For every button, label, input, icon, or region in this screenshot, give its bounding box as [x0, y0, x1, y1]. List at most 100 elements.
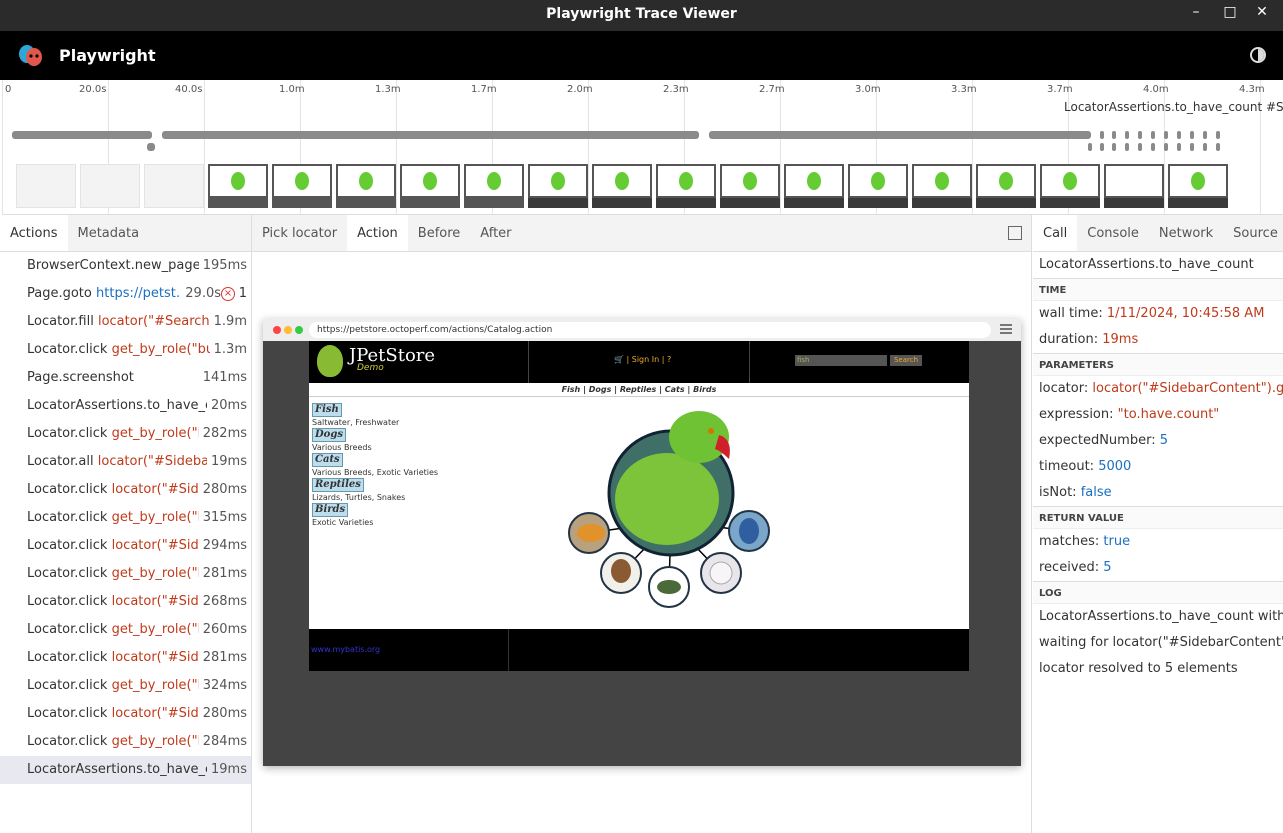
tab-after[interactable]: After — [470, 215, 521, 251]
maximize-icon[interactable]: □ — [1220, 4, 1240, 20]
tab-pick-locator[interactable]: Pick locator — [252, 215, 347, 251]
timeline-bar[interactable] — [1138, 143, 1142, 151]
tab-source[interactable]: Source — [1223, 215, 1283, 251]
category-description: Lizards, Turtles, Snakes — [312, 492, 406, 502]
filmstrip-thumbnail[interactable] — [16, 164, 76, 208]
timeline-bar[interactable] — [709, 131, 1091, 139]
tab-network[interactable]: Network — [1149, 215, 1223, 251]
filmstrip-thumbnail[interactable] — [1040, 164, 1100, 208]
tab-metadata[interactable]: Metadata — [68, 215, 150, 251]
action-row[interactable]: Locator.click locator("#Side… 268ms — [0, 588, 251, 616]
action-row[interactable]: Locator.click get_by_role("l… 284ms — [0, 728, 251, 756]
timeline-bar[interactable] — [1125, 131, 1129, 139]
timeline-bar[interactable] — [1164, 143, 1168, 151]
filmstrip-thumbnail[interactable] — [1168, 164, 1228, 208]
filmstrip-thumbnail[interactable] — [80, 164, 140, 208]
action-row[interactable]: Page.screenshot 141ms — [0, 364, 251, 392]
action-row[interactable]: Page.goto https://petst… 29.0s × 1 — [0, 280, 251, 308]
filmstrip-thumbnail[interactable] — [528, 164, 588, 208]
menu-fish[interactable]: Fish — [562, 385, 581, 394]
sign-in-link[interactable]: 🛒 | Sign In | ? — [614, 355, 671, 364]
timeline-bar[interactable] — [1177, 131, 1181, 139]
action-row[interactable]: Locator.click get_by_role("l… 315ms — [0, 504, 251, 532]
filmstrip-thumbnail[interactable] — [784, 164, 844, 208]
timeline-bar[interactable] — [1088, 143, 1092, 151]
timeline-bar[interactable] — [1138, 131, 1142, 139]
cart-icon[interactable]: 🛒 — [614, 355, 624, 364]
timeline-bar[interactable] — [162, 131, 699, 139]
theme-toggle-icon[interactable] — [1250, 47, 1266, 63]
action-row[interactable]: Locator.click get_by_role("bu… 1.3m — [0, 336, 251, 364]
tab-before[interactable]: Before — [408, 215, 471, 251]
filmstrip-thumbnail[interactable] — [400, 164, 460, 208]
timeline[interactable]: 0 20.0s 40.0s 1.0m 1.3m 1.7m 2.0m 2.3m 2.7m 3.0m 3… — [2, 80, 1283, 215]
timeline-bar[interactable] — [1100, 143, 1104, 151]
filmstrip-thumbnail[interactable] — [208, 164, 268, 208]
category-link[interactable]: Fish — [312, 403, 342, 417]
filmstrip-thumbnail[interactable] — [592, 164, 652, 208]
tab-call[interactable]: Call — [1033, 215, 1078, 251]
close-icon[interactable]: ✕ — [1252, 4, 1272, 20]
tab-console[interactable]: Console — [1077, 215, 1149, 251]
filmstrip-thumbnail[interactable] — [1104, 164, 1164, 208]
action-row[interactable]: BrowserContext.new_page 195ms — [0, 252, 251, 280]
filmstrip-thumbnail[interactable] — [656, 164, 716, 208]
timeline-bar[interactable] — [1216, 131, 1220, 139]
filmstrip-thumbnail[interactable] — [336, 164, 396, 208]
timeline-bar[interactable] — [1177, 143, 1181, 151]
timeline-bar[interactable] — [1203, 131, 1207, 139]
action-row[interactable]: Locator.click get_by_role("l… 260ms — [0, 616, 251, 644]
timeline-bar[interactable] — [1203, 143, 1207, 151]
action-row[interactable]: Locator.fill locator("#Search… 1.9m — [0, 308, 251, 336]
action-row[interactable]: Locator.click locator("#Side… 281ms — [0, 644, 251, 672]
tab-actions[interactable]: Actions — [0, 215, 68, 251]
timeline-bar[interactable] — [1190, 143, 1194, 151]
filmstrip-thumbnail[interactable] — [272, 164, 332, 208]
site-search-input[interactable]: fish — [795, 355, 887, 366]
filmstrip-thumbnail[interactable] — [464, 164, 524, 208]
action-row[interactable]: Locator.click locator("#Side… 280ms — [0, 476, 251, 504]
mybatis-link[interactable]: www.mybatis.org — [311, 645, 380, 654]
timeline-bar[interactable] — [1164, 131, 1168, 139]
category-link[interactable]: Birds — [312, 503, 349, 517]
action-row[interactable]: Locator.click locator("#Side… 280ms — [0, 700, 251, 728]
timeline-bar[interactable] — [12, 131, 152, 139]
action-row[interactable]: Locator.click get_by_role("l… 282ms — [0, 420, 251, 448]
timeline-bar[interactable] — [1190, 131, 1194, 139]
action-row[interactable]: Locator.all locator("#Sidebar… 19ms — [0, 448, 251, 476]
filmstrip-thumbnail[interactable] — [144, 164, 204, 208]
timeline-bar[interactable] — [1100, 131, 1104, 139]
action-row[interactable]: Locator.click get_by_role("l… 281ms — [0, 560, 251, 588]
menu-reptiles[interactable]: Reptiles — [620, 385, 656, 394]
action-row[interactable]: LocatorAssertions.to_have_c… 19ms — [0, 756, 251, 784]
timeline-bar[interactable] — [1112, 143, 1116, 151]
timeline-bar[interactable] — [1125, 143, 1129, 151]
category-link[interactable]: Reptiles — [312, 478, 364, 492]
minimize-icon[interactable]: – — [1186, 4, 1206, 20]
timeline-tick-label: 3.0m — [855, 84, 881, 95]
tab-action[interactable]: Action — [347, 215, 408, 251]
filmstrip-thumbnail[interactable] — [976, 164, 1036, 208]
sign-in-label[interactable]: Sign In — [632, 355, 659, 364]
site-search-button[interactable]: Search — [890, 355, 922, 366]
timeline-bar[interactable] — [1151, 143, 1155, 151]
hamburger-menu-icon[interactable] — [1000, 324, 1012, 334]
open-in-new-window-icon[interactable] — [1008, 226, 1022, 240]
timeline-bar[interactable] — [1151, 131, 1155, 139]
menu-birds[interactable]: Birds — [693, 385, 716, 394]
category-link[interactable]: Dogs — [312, 428, 346, 442]
timeline-bar[interactable] — [1112, 131, 1116, 139]
action-row[interactable]: Locator.click get_by_role("l… 324ms — [0, 672, 251, 700]
parrot-hero-image[interactable] — [559, 401, 789, 631]
timeline-bar[interactable] — [147, 143, 155, 151]
timeline-bar[interactable] — [1216, 143, 1220, 151]
menu-dogs[interactable]: Dogs — [589, 385, 612, 394]
menu-cats[interactable]: Cats — [665, 385, 685, 394]
filmstrip-thumbnail[interactable] — [848, 164, 908, 208]
action-row[interactable]: LocatorAssertions.to_have_c… 20ms — [0, 392, 251, 420]
filmstrip-thumbnail[interactable] — [720, 164, 780, 208]
action-row[interactable]: Locator.click locator("#Side… 294ms — [0, 532, 251, 560]
filmstrip-thumbnail[interactable] — [912, 164, 972, 208]
help-link[interactable]: ? — [667, 355, 671, 364]
category-link[interactable]: Cats — [312, 453, 343, 467]
